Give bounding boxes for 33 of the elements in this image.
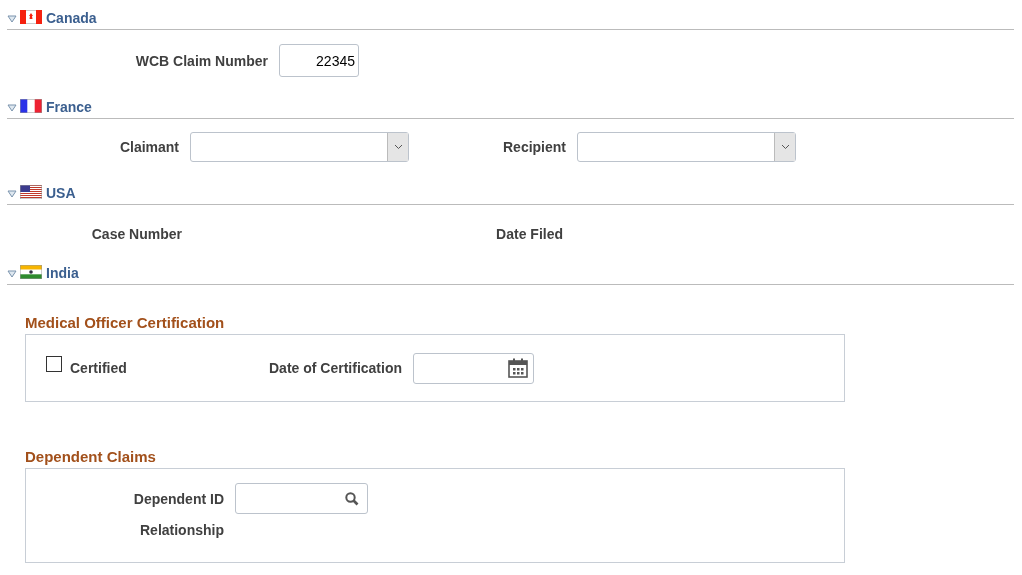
flag-icon (20, 264, 42, 279)
flag-icon (20, 98, 42, 113)
group-title: Medical Officer Certification (25, 314, 226, 331)
date-field[interactable] (413, 352, 534, 384)
section-title-link[interactable]: Canada (46, 10, 97, 26)
dropdown-field[interactable] (577, 132, 796, 162)
collapse-icon[interactable] (7, 103, 17, 112)
lookup-field[interactable] (235, 483, 368, 514)
section-title-link[interactable]: India (46, 265, 79, 281)
chevron-down-icon (393, 144, 403, 150)
collapse-icon[interactable] (7, 189, 17, 198)
flag-icon (20, 9, 42, 24)
flag-icon (20, 184, 42, 199)
checkbox[interactable] (46, 356, 62, 372)
checkbox-label: Certified (70, 360, 128, 376)
field-label: Relationship (139, 522, 225, 538)
section-title-link[interactable]: France (46, 99, 92, 115)
chevron-down-icon (780, 144, 790, 150)
input-field[interactable]: 22345 (279, 44, 359, 77)
dropdown-field[interactable] (190, 132, 409, 162)
field-label: Date Filed (495, 226, 564, 242)
field-label: Claimant (118, 139, 180, 155)
calendar-icon[interactable] (508, 358, 528, 378)
search-icon[interactable] (345, 491, 359, 506)
section-title-link[interactable]: USA (46, 185, 76, 201)
collapse-icon[interactable] (7, 269, 17, 278)
group-title: Dependent Claims (25, 448, 157, 465)
field-label: WCB Claim Number (134, 52, 269, 69)
field-label: Recipient (502, 139, 567, 155)
field-label: Case Number (90, 226, 183, 242)
field-label: Dependent ID (132, 490, 225, 507)
field-label: Date of Certification (268, 360, 403, 376)
collapse-icon[interactable] (7, 14, 17, 23)
